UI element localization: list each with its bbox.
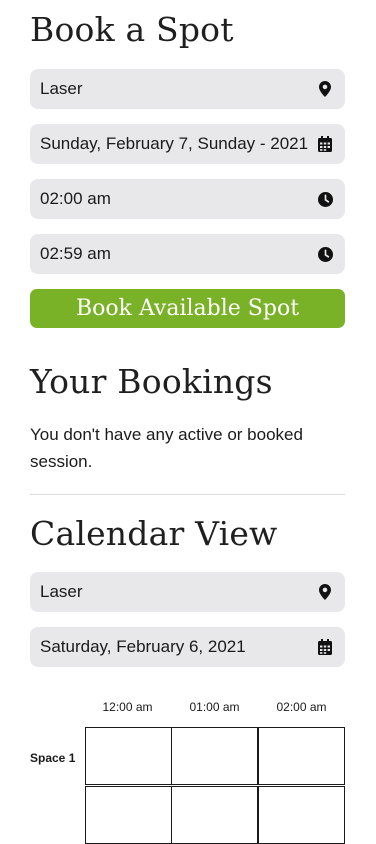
book-location-select[interactable]: Laser [30, 69, 345, 109]
calendar-column-header: 12:00 am [102, 700, 153, 714]
calendar-date-value: Saturday, February 6, 2021 [40, 637, 246, 656]
calendar-slot-cell[interactable] [258, 727, 345, 785]
calendar-slot-cell[interactable] [258, 786, 345, 844]
calendar-column-header: 01:00 am [189, 700, 240, 714]
clock-icon [317, 191, 333, 207]
calendar-slot-cell[interactable] [85, 727, 172, 785]
bookings-title: Your Bookings [30, 362, 273, 401]
calendar-icon [317, 639, 333, 655]
calendar-title: Calendar View [30, 514, 278, 553]
book-start-time-field[interactable]: 02:00 am [30, 179, 345, 219]
book-date-field[interactable]: Sunday, February 7, Sunday - 2021 [30, 124, 345, 164]
calendar-location-value: Laser [40, 582, 83, 601]
clock-icon [317, 246, 333, 262]
calendar-icon [317, 136, 333, 152]
calendar-location-select[interactable]: Laser [30, 572, 345, 612]
calendar-column-header: 02:00 am [276, 700, 327, 714]
calendar-row-label: Space 1 [30, 751, 76, 765]
calendar-slot-cell[interactable] [85, 786, 172, 844]
book-end-time-field[interactable]: 02:59 am [30, 234, 345, 274]
book-date-value: Sunday, February 7, Sunday - 2021 [40, 134, 309, 153]
map-pin-icon [317, 584, 333, 600]
book-location-value: Laser [40, 79, 83, 98]
book-available-spot-button[interactable]: Book Available Spot [30, 289, 345, 328]
book-title: Book a Spot [30, 10, 234, 49]
calendar-date-field[interactable]: Saturday, February 6, 2021 [30, 627, 345, 667]
book-end-time-value: 02:59 am [40, 244, 111, 263]
calendar-slot-cell[interactable] [171, 727, 258, 785]
section-divider [30, 494, 345, 495]
calendar-slot-cell[interactable] [171, 786, 258, 844]
bookings-empty-message: You don't have any active or booked sess… [30, 425, 303, 471]
book-start-time-value: 02:00 am [40, 189, 111, 208]
map-pin-icon [317, 81, 333, 97]
